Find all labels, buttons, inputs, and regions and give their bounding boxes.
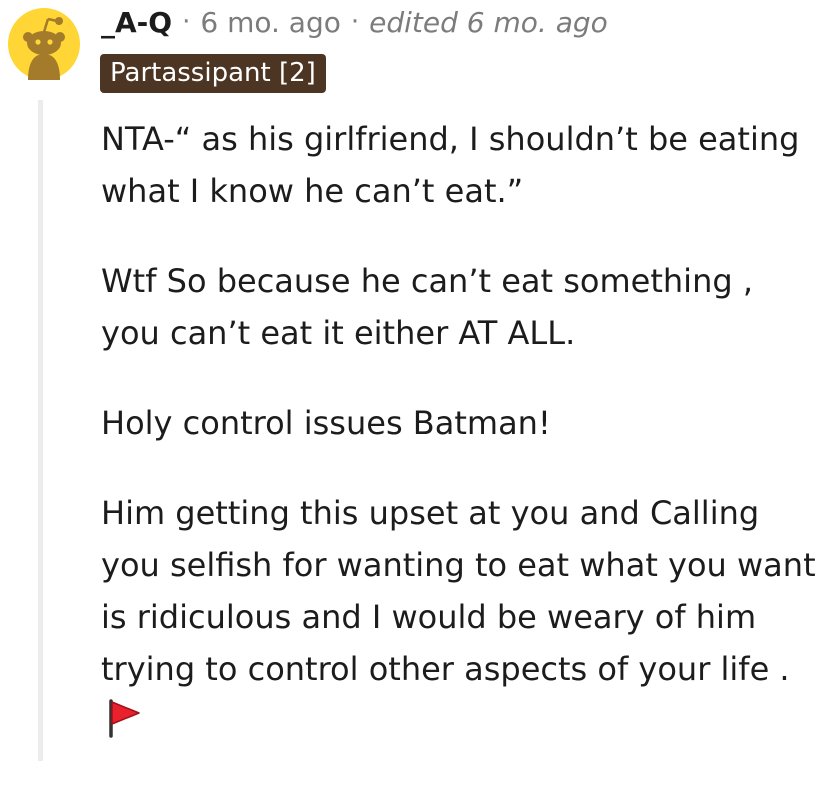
comment-paragraph-last: Him getting this upset at you and Callin… — [101, 487, 821, 747]
edited-label: edited 6 mo. ago — [369, 5, 608, 39]
red-flag-icon — [109, 699, 140, 738]
comment-paragraph: Holy control issues Batman! — [101, 404, 551, 442]
comment-paragraph: Wtf So because he can’t eat something , … — [101, 262, 753, 352]
comment-paragraph: NTA-“ as his girlfriend, I shouldn’t be … — [101, 120, 800, 210]
meta-separator: · — [182, 7, 191, 37]
comment-body: NTA-“ as his girlfriend, I shouldn’t be … — [101, 113, 821, 785]
comment-paragraph-text: Him getting this upset at you and Callin… — [101, 494, 816, 688]
meta-separator: · — [350, 7, 360, 37]
thread-collapse-line[interactable] — [38, 100, 43, 761]
comment-meta: _A-Q · 6 mo. ago · edited 6 mo. ago — [101, 2, 608, 42]
username-link[interactable]: _A-Q — [101, 6, 172, 39]
timestamp-link[interactable]: 6 mo. ago — [200, 6, 341, 39]
avatar[interactable] — [8, 8, 80, 80]
user-flair: Partassipant [2] — [100, 54, 326, 93]
